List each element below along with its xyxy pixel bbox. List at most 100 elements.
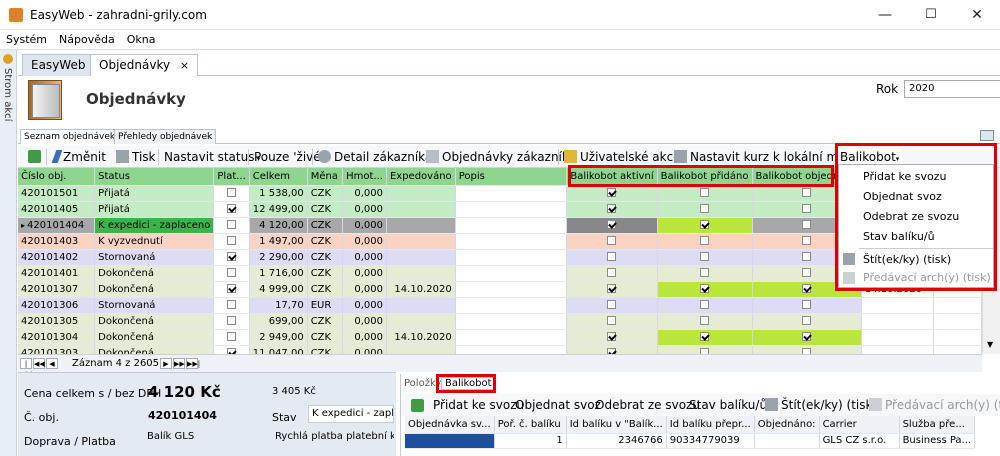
next-page-button[interactable]: ▶▶ [173,358,185,369]
tab-objednavky[interactable]: Objednávky × [90,54,199,77]
minimize-button[interactable]: — [862,0,908,30]
table-row[interactable]: 420101303 Dokončená 11 047,00 CZK 0,000 [18,345,982,354]
refresh-icon[interactable] [411,399,424,412]
col-header-shipped[interactable]: Expedováno [386,168,456,186]
bcol-service[interactable]: Služba pře... [899,416,976,434]
menu-system[interactable]: Systém [0,30,53,46]
checkbox[interactable] [227,300,237,309]
checkbox[interactable] [607,332,617,341]
checkbox[interactable] [607,316,617,325]
bcol-package-id-carrier[interactable]: Id balíku přepr... [666,416,755,434]
page-title: Objednávky [86,90,186,108]
checkbox[interactable] [227,332,237,341]
side-strip-label[interactable]: Strom akcí [2,68,13,121]
print-label: Tisk [132,150,156,164]
orders-page-icon [32,84,60,118]
checkbox[interactable] [607,236,617,245]
tab-order-overviews[interactable]: Přehledy objednávek [114,129,217,144]
checkbox[interactable] [607,300,617,309]
bcol-package-id-balikobot[interactable]: Id balíku v "Balík... [566,416,667,434]
bcol-ordered[interactable]: Objednáno: [754,416,820,434]
prev-record-button[interactable]: ◀ [46,358,58,369]
table-row[interactable]: 420101305 Dokončená 699,00 CZK 0,000 [18,313,982,330]
checkbox[interactable] [227,316,237,325]
checkbox[interactable] [700,252,710,261]
checkbox[interactable] [802,284,812,293]
close-button[interactable]: ✕ [954,0,1000,30]
refresh-button[interactable] [24,149,48,165]
label-print-button[interactable]: Štít(ek/ky) (tisk) [761,397,881,413]
window-title: EasyWeb - zahradni-grily.com [30,8,207,22]
checkbox[interactable] [227,220,237,229]
col-header-description[interactable]: Popis [455,168,568,186]
checkbox[interactable] [802,316,812,325]
change-button[interactable]: Změnit [50,149,110,165]
bcol-package-seq[interactable]: Poř. č. balíku [494,416,567,434]
checkbox[interactable] [227,252,237,261]
checkbox[interactable] [700,220,710,229]
checkbox[interactable] [700,204,710,213]
checkbox[interactable] [802,220,812,229]
col-header-status[interactable]: Status [94,168,215,186]
checkbox[interactable] [227,268,237,277]
checkbox[interactable] [700,188,710,197]
first-record-button[interactable]: |◀◀ [20,358,32,378]
checkbox[interactable] [607,220,617,229]
year-select[interactable]: 2020▼ [904,80,1000,98]
balikobot-grid[interactable]: Objednávka sv... Poř. č. balíku Id balík… [405,416,1000,456]
scroll-down-icon[interactable]: ▼ [987,340,993,349]
package-status-button[interactable]: Stav balíku/ů [685,397,771,413]
table-row[interactable]: 420101304 Dokončená 2 949,00 CZK 0,000 14.10.… [18,329,982,346]
label-print-text: Štít(ek/ky) (tisk) [781,398,878,412]
checkbox[interactable] [227,284,237,293]
tab-easyweb[interactable]: EasyWeb [22,54,95,76]
next-record-button[interactable]: ▶ [160,358,172,369]
side-strip[interactable]: Strom akcí [0,50,17,456]
checkbox[interactable] [802,188,812,197]
checkbox[interactable] [607,284,617,293]
col-header-total[interactable]: Celkem [249,168,308,186]
checkbox[interactable] [700,300,710,309]
checkbox[interactable] [700,236,710,245]
menu-windows[interactable]: Okna [121,30,162,46]
maximize-button[interactable]: ☐ [908,0,954,30]
table-row[interactable]: 1 2346766 90334779039 GLS CZ s.r.o. Busi… [405,433,976,449]
checkbox[interactable] [700,268,710,277]
cell-shipped [386,297,456,314]
col-header-currency[interactable]: Měna [307,168,344,186]
table-row[interactable]: 420101306 Stornovaná 17,70 EUR 0,000 [18,297,982,314]
customer-detail-button[interactable]: Detail zákazníka [314,149,436,165]
checkbox[interactable] [802,236,812,245]
checkbox[interactable] [227,204,237,213]
col-header-paid[interactable]: Plat... [213,168,250,186]
print-button[interactable]: Tisk [112,149,160,165]
row-pointer-icon: ▸ [21,220,26,230]
checkbox[interactable] [607,188,617,197]
tab-close-icon[interactable]: × [180,59,189,72]
checkbox[interactable] [700,316,710,325]
checkbox[interactable] [227,188,237,197]
checkbox[interactable] [802,252,812,261]
pin-icon[interactable] [3,54,13,64]
col-header-order-no[interactable]: Číslo obj. [18,168,96,186]
last-record-button[interactable]: ▶▶| [186,358,200,369]
handover-print-button[interactable]: Předávací arch(y) (tisk) [865,397,1000,413]
checkbox[interactable] [700,284,710,293]
col-header-weight[interactable]: Hmot... [342,168,387,186]
checkbox[interactable] [802,332,812,341]
prev-page-button[interactable]: ◀◀ [33,358,45,369]
checkbox[interactable] [227,236,237,245]
checkbox[interactable] [802,300,812,309]
tab-order-list[interactable]: Seznam objednávek [20,129,120,144]
checkbox[interactable] [607,268,617,277]
checkbox[interactable] [802,268,812,277]
bcol-carrier[interactable]: Carrier [819,416,900,434]
checkbox[interactable] [802,204,812,213]
checkbox[interactable] [700,332,710,341]
menu-help[interactable]: Nápověda [53,30,121,46]
checkbox[interactable] [607,252,617,261]
checkbox[interactable] [607,204,617,213]
layout-icon[interactable] [980,130,994,141]
customer-orders-button[interactable]: Objednávky zákazníka [422,149,580,165]
bcol-pickup-order[interactable]: Objednávka sv... [405,416,495,434]
